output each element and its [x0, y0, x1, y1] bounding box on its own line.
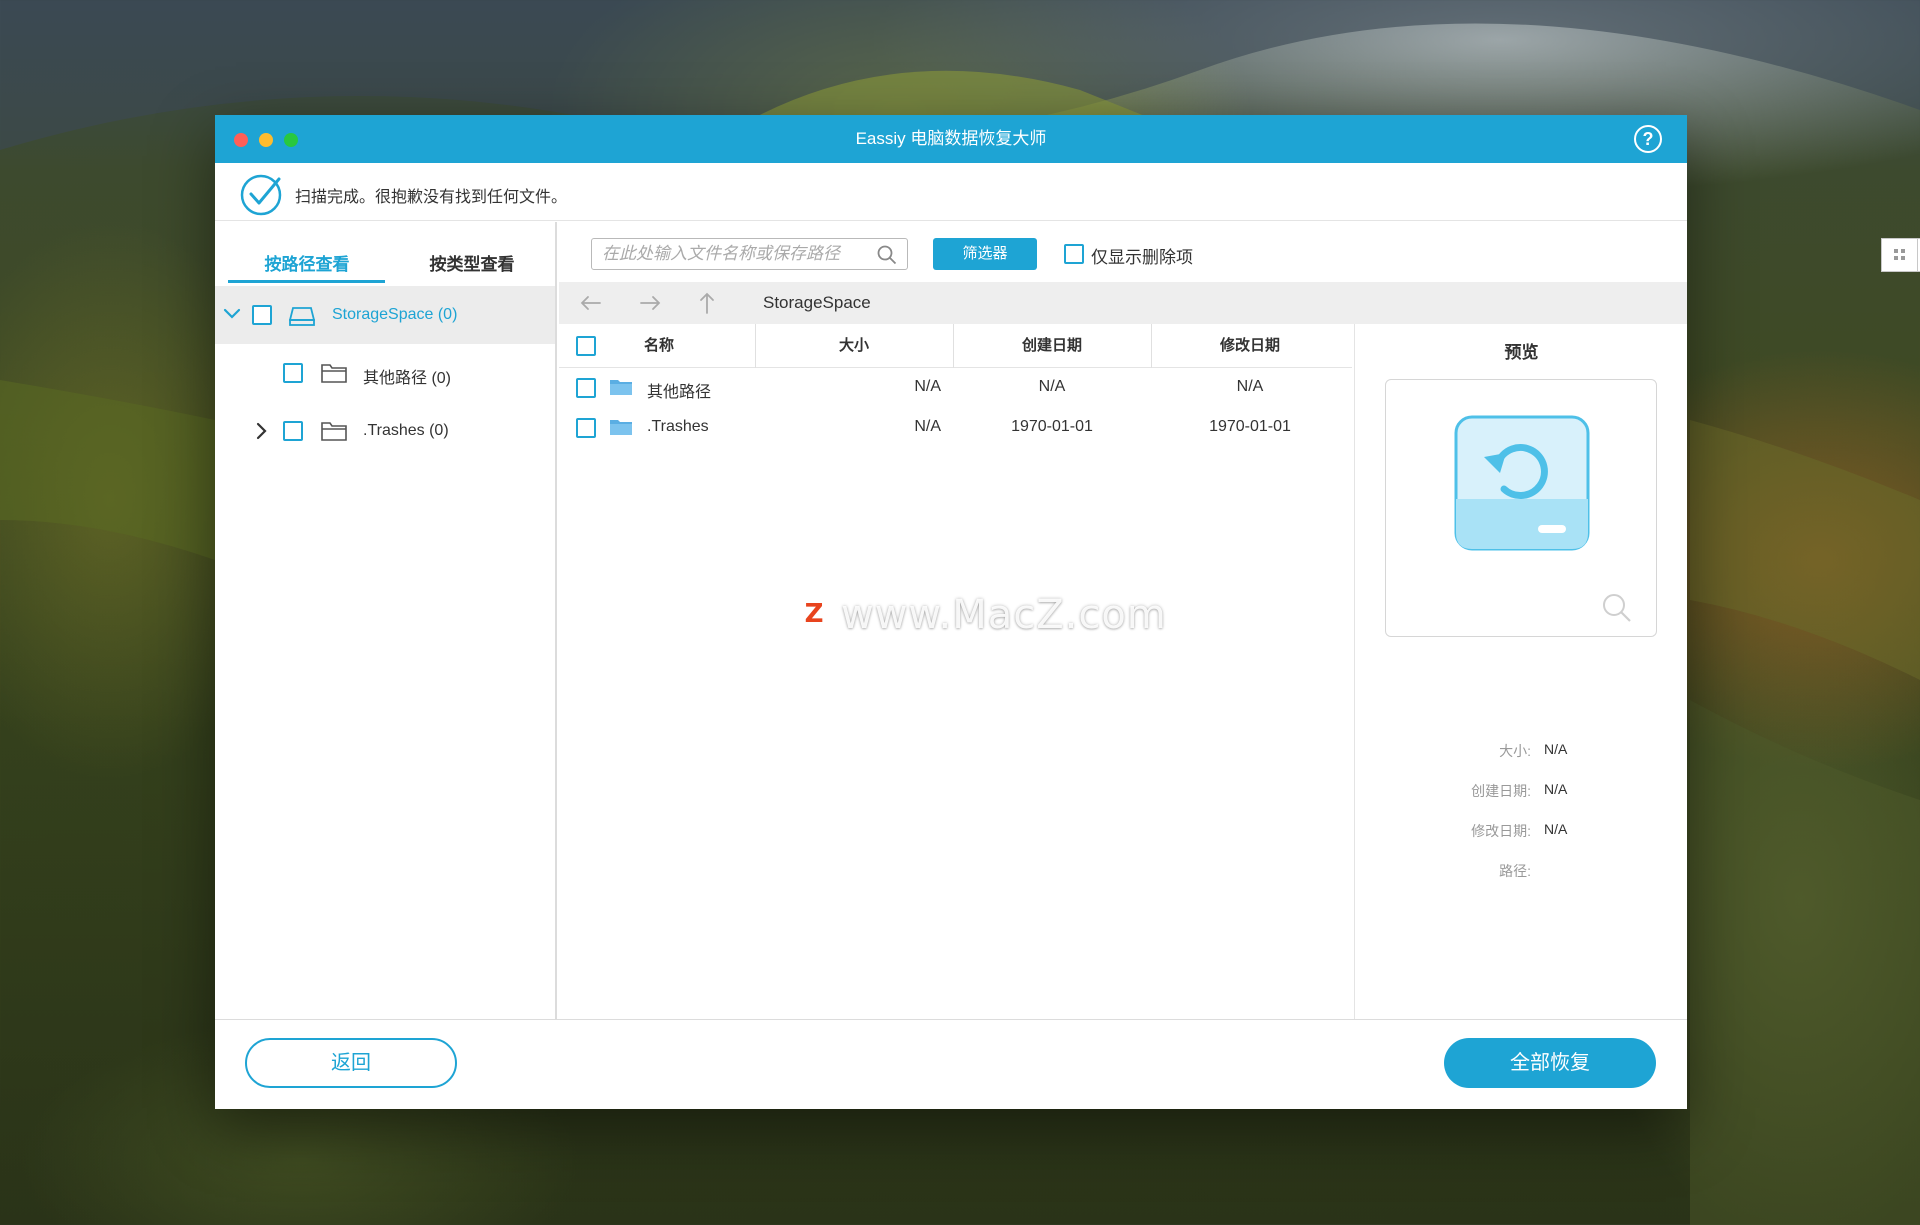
folder-icon [321, 364, 347, 383]
meta-size-value: N/A [1544, 741, 1568, 757]
status-bar: 扫描完成。很抱歉没有找到任何文件。 [215, 163, 1687, 221]
meta-created-value: N/A [1544, 781, 1568, 797]
drive-icon [289, 307, 315, 326]
table-row[interactable]: .Trashes N/A 1970-01-01 1970-01-01 [559, 408, 1352, 448]
file-modified: 1970-01-01 [1209, 418, 1291, 435]
filter-button[interactable]: 筛选器 [933, 238, 1037, 270]
checkmark-circle-icon [240, 174, 282, 216]
current-path: StorageSpace [763, 293, 871, 312]
preview-panel: 预览 大小: N/A 创建日期: N/A 修改日期: N/A 路径: [1354, 324, 1687, 1019]
search-box[interactable] [591, 238, 908, 270]
file-created: N/A [1038, 378, 1066, 395]
tree-checkbox[interactable] [252, 305, 272, 325]
preview-box [1385, 379, 1657, 637]
view-mode-switch [1881, 238, 1920, 272]
meta-size-label: 大小: [1499, 743, 1531, 759]
tab-by-type[interactable]: 按类型查看 [387, 250, 557, 275]
toolbar: 筛选器 仅显示删除项 [559, 222, 1920, 280]
recovery-drive-icon [1454, 415, 1590, 551]
tree-checkbox[interactable] [283, 421, 303, 441]
title-bar: Eassiy 电脑数据恢复大师 ? [215, 115, 1687, 163]
column-header-created[interactable]: 创建日期 [953, 324, 1151, 368]
file-name: 其他路径 [647, 384, 712, 401]
status-message: 扫描完成。很抱歉没有找到任何文件。 [295, 189, 568, 206]
window-title: Eassiy 电脑数据恢复大师 [855, 129, 1047, 148]
chevron-right-icon[interactable] [255, 422, 269, 440]
column-header-name[interactable]: 名称 [599, 324, 719, 368]
tree-item-label: StorageSpace (0) [332, 306, 458, 323]
back-arrow-icon[interactable] [579, 292, 603, 314]
row-checkbox[interactable] [576, 418, 596, 438]
grid-view-button[interactable] [1881, 238, 1918, 272]
only-deleted-checkbox[interactable] [1064, 244, 1084, 264]
watermark-logo: Z [796, 595, 832, 631]
preview-title: 预览 [1504, 343, 1539, 362]
folder-icon [610, 420, 632, 435]
help-icon[interactable]: ? [1634, 125, 1662, 153]
only-deleted-label: 仅显示删除项 [1091, 248, 1193, 267]
file-size: N/A [914, 378, 941, 395]
file-created: 1970-01-01 [1011, 418, 1093, 435]
back-button[interactable]: 返回 [245, 1038, 457, 1088]
footer: 返回 全部恢复 [215, 1019, 1687, 1109]
left-panel: 按路径查看 按类型查看 StorageSpace (0) 其他路径 (0) .T… [215, 222, 557, 1019]
file-name: .Trashes [647, 418, 709, 435]
watermark-text: www.MacZ.com [841, 592, 1167, 638]
chevron-down-icon[interactable] [223, 307, 241, 321]
view-tabs: 按路径查看 按类型查看 [215, 222, 555, 286]
meta-created-label: 创建日期: [1471, 783, 1531, 799]
file-size: N/A [914, 418, 941, 435]
tree-item-label: .Trashes (0) [363, 422, 449, 439]
column-header-size[interactable]: 大小 [755, 324, 953, 368]
column-header-modified[interactable]: 修改日期 [1151, 324, 1349, 368]
svg-text:Z: Z [805, 599, 824, 629]
tab-by-path[interactable]: 按路径查看 [222, 250, 392, 275]
meta-modified-value: N/A [1544, 821, 1568, 837]
forward-arrow-icon[interactable] [638, 292, 662, 314]
folder-icon [321, 422, 347, 441]
table-header: 名称 大小 创建日期 修改日期 [559, 324, 1352, 368]
file-modified: N/A [1236, 378, 1264, 395]
tree-item-label: 其他路径 (0) [363, 370, 452, 387]
tree-item-other-paths[interactable]: 其他路径 (0) [215, 344, 555, 402]
up-arrow-icon[interactable] [696, 291, 718, 315]
path-bar: StorageSpace [559, 282, 1687, 324]
meta-path-label: 路径: [1499, 863, 1531, 879]
row-checkbox[interactable] [576, 378, 596, 398]
file-table: 名称 大小 创建日期 修改日期 其他路径 N/A N/A N/A .Trashe… [559, 324, 1352, 1019]
active-tab-indicator [228, 280, 385, 283]
search-input[interactable] [602, 239, 872, 269]
tree-item-storagespace[interactable]: StorageSpace (0) [215, 286, 555, 344]
zoom-icon[interactable] [1601, 592, 1633, 624]
tree-item-trashes[interactable]: .Trashes (0) [215, 402, 555, 460]
select-all-checkbox[interactable] [576, 336, 596, 356]
table-row[interactable]: 其他路径 N/A N/A N/A [559, 368, 1352, 408]
grid-icon [1894, 249, 1905, 260]
search-icon[interactable] [877, 245, 897, 265]
recover-all-button[interactable]: 全部恢复 [1444, 1038, 1656, 1088]
folder-icon [610, 380, 632, 395]
tree-checkbox[interactable] [283, 363, 303, 383]
meta-modified-label: 修改日期: [1471, 823, 1531, 839]
